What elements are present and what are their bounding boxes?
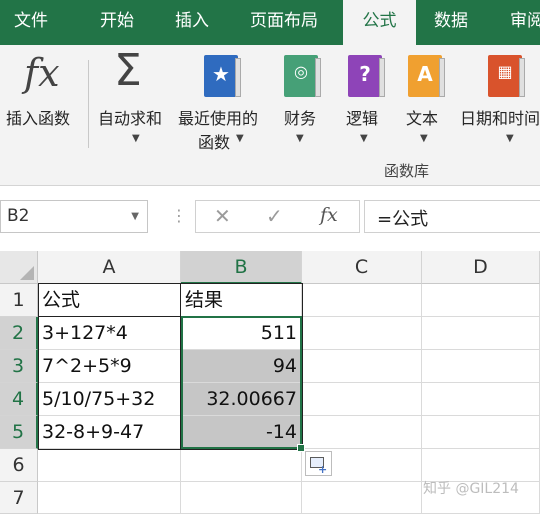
column-header-a[interactable]: A xyxy=(38,251,181,284)
cell-d5[interactable] xyxy=(422,416,540,449)
ribbon-tab-bar: 文件 开始 插入 页面布局 公式 数据 审阅 xyxy=(0,0,540,45)
logical-button[interactable]: ? 逻辑 ▼ xyxy=(340,45,394,155)
cell-a1[interactable]: 公式 xyxy=(38,284,181,317)
cell-d4[interactable] xyxy=(422,383,540,416)
question-book-icon: ? xyxy=(348,55,385,97)
cell-d2[interactable] xyxy=(422,317,540,350)
chevron-down-icon: ▼ xyxy=(506,133,514,144)
function-library-group-label: 函数库 xyxy=(384,162,430,180)
select-all-button[interactable] xyxy=(0,251,38,284)
cell-a3[interactable]: 7^2+5*9 xyxy=(38,350,181,383)
cell-b3[interactable]: 94 xyxy=(181,350,302,383)
chevron-down-icon: ▼ xyxy=(132,133,140,144)
formula-input[interactable]: =公式 xyxy=(364,200,540,233)
cell-d3[interactable] xyxy=(422,350,540,383)
formula-buttons: ✕ ✓ fx xyxy=(195,200,360,233)
star-book-icon: ★ xyxy=(204,55,241,97)
row-header-3[interactable]: 3 xyxy=(0,350,38,383)
name-box[interactable]: B2 ▼ xyxy=(0,200,148,233)
name-box-value: B2 xyxy=(7,206,30,226)
cell-b2[interactable]: 511 xyxy=(181,317,302,350)
insert-function-label: 插入函数 xyxy=(6,109,71,128)
cell-c5[interactable] xyxy=(302,416,422,449)
cell-b4[interactable]: 32.00667 xyxy=(181,383,302,416)
quick-analysis-button[interactable]: + xyxy=(305,451,332,476)
cell-a4[interactable]: 5/10/75+32 xyxy=(38,383,181,416)
autosum-label: 自动求和 xyxy=(98,109,163,128)
row-header-5[interactable]: 5 xyxy=(0,416,38,449)
fx-icon: fx xyxy=(24,51,60,95)
cancel-icon[interactable]: ✕ xyxy=(214,204,231,228)
column-header-d[interactable]: D xyxy=(422,251,540,284)
tab-file[interactable]: 文件 xyxy=(14,0,48,45)
tab-home[interactable]: 开始 xyxy=(100,0,134,45)
autosum-button[interactable]: Σ 自动求和 ▼ xyxy=(96,45,176,155)
worksheet-grid: A B C D 1 2 3 4 5 6 7 公式 结果 3+127*4 511 … xyxy=(0,251,540,514)
cell-c4[interactable] xyxy=(302,383,422,416)
tab-review[interactable]: 审阅 xyxy=(510,0,540,45)
cell-c1[interactable] xyxy=(302,284,422,317)
column-header-c[interactable]: C xyxy=(302,251,422,284)
tab-data[interactable]: 数据 xyxy=(434,0,468,45)
recently-used-button[interactable]: ★ 最近使用的 函数 ▼ xyxy=(176,45,272,155)
column-header-b[interactable]: B xyxy=(181,251,302,284)
enter-icon[interactable]: ✓ xyxy=(266,204,283,228)
financial-button[interactable]: ◎ 财务 ▼ xyxy=(276,45,330,155)
ribbon-separator xyxy=(88,60,89,148)
chevron-down-icon: ▼ xyxy=(296,133,304,144)
row-header-1[interactable]: 1 xyxy=(0,284,38,317)
cell-b1[interactable]: 结果 xyxy=(181,284,302,317)
recently-used-label-line1: 最近使用的 xyxy=(178,109,259,128)
financial-label: 财务 xyxy=(284,109,317,128)
row-header-6[interactable]: 6 xyxy=(0,449,38,482)
cell-b5[interactable]: -14 xyxy=(181,416,302,449)
cell-a5[interactable]: 32-8+9-47 xyxy=(38,416,181,449)
letter-a-book-icon: A xyxy=(408,55,445,97)
tab-insert[interactable]: 插入 xyxy=(175,0,209,45)
row-header-2[interactable]: 2 xyxy=(0,317,38,350)
chevron-down-icon: ▼ xyxy=(420,133,428,144)
tab-formulas[interactable]: 公式 xyxy=(343,0,416,45)
insert-function-button[interactable]: fx 插入函数 xyxy=(0,45,88,175)
cell-b6[interactable] xyxy=(181,449,302,482)
cell-c2[interactable] xyxy=(302,317,422,350)
coins-book-icon: ◎ xyxy=(284,55,321,97)
cell-a2[interactable]: 3+127*4 xyxy=(38,317,181,350)
formula-content: =公式 xyxy=(377,209,429,230)
sigma-icon: Σ xyxy=(114,45,142,96)
insert-function-icon[interactable]: fx xyxy=(320,204,338,226)
logical-label: 逻辑 xyxy=(346,109,379,128)
date-time-button[interactable]: ▦ 日期和时间 ▼ xyxy=(458,45,540,155)
row-header-7[interactable]: 7 xyxy=(0,482,38,514)
chevron-down-icon: ▼ xyxy=(360,133,368,144)
cell-c3[interactable] xyxy=(302,350,422,383)
text-label: 文本 xyxy=(406,109,439,128)
cell-b7[interactable] xyxy=(181,482,302,514)
text-button[interactable]: A 文本 ▼ xyxy=(400,45,454,155)
calendar-book-icon: ▦ xyxy=(488,55,525,97)
watermark: 知乎 @GIL214 xyxy=(423,481,519,497)
recently-used-label-line2: 函数 xyxy=(198,133,231,152)
chevron-down-icon[interactable]: ▼ xyxy=(131,211,139,222)
fill-handle[interactable] xyxy=(297,444,305,452)
tab-page-layout[interactable]: 页面布局 xyxy=(250,0,318,45)
row-header-4[interactable]: 4 xyxy=(0,383,38,416)
cell-d1[interactable] xyxy=(422,284,540,317)
chevron-down-icon: ▼ xyxy=(236,133,244,144)
cell-c7[interactable] xyxy=(302,482,422,514)
date-time-label: 日期和时间 xyxy=(460,109,540,128)
drag-handle-icon[interactable]: ⋮ xyxy=(171,206,187,225)
cell-a7[interactable] xyxy=(38,482,181,514)
cell-a6[interactable] xyxy=(38,449,181,482)
